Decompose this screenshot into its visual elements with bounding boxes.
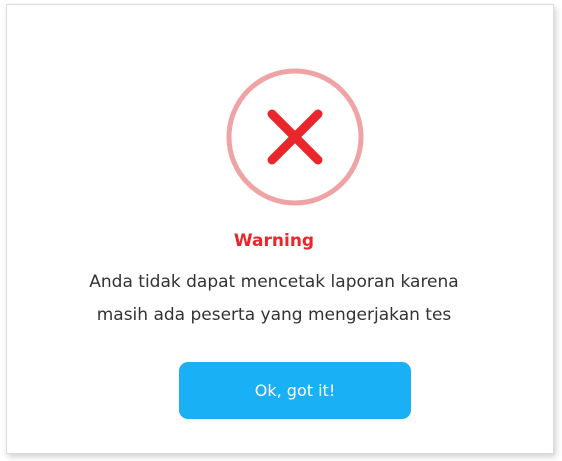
dialog-message: Anda tidak dapat mencetak laporan karena… bbox=[1, 266, 547, 332]
close-x-icon bbox=[225, 67, 365, 207]
message-line: masih ada peserta yang mengerjakan tes bbox=[96, 305, 452, 325]
screen: Warning Anda tidak dapat mencetak lapora… bbox=[0, 0, 562, 461]
dialog-title: Warning bbox=[233, 231, 315, 251]
warning-dialog: Warning Anda tidak dapat mencetak lapora… bbox=[6, 4, 554, 454]
ok-button[interactable]: Ok, got it! bbox=[179, 362, 411, 419]
message-line: Anda tidak dapat mencetak laporan karena bbox=[89, 272, 459, 292]
